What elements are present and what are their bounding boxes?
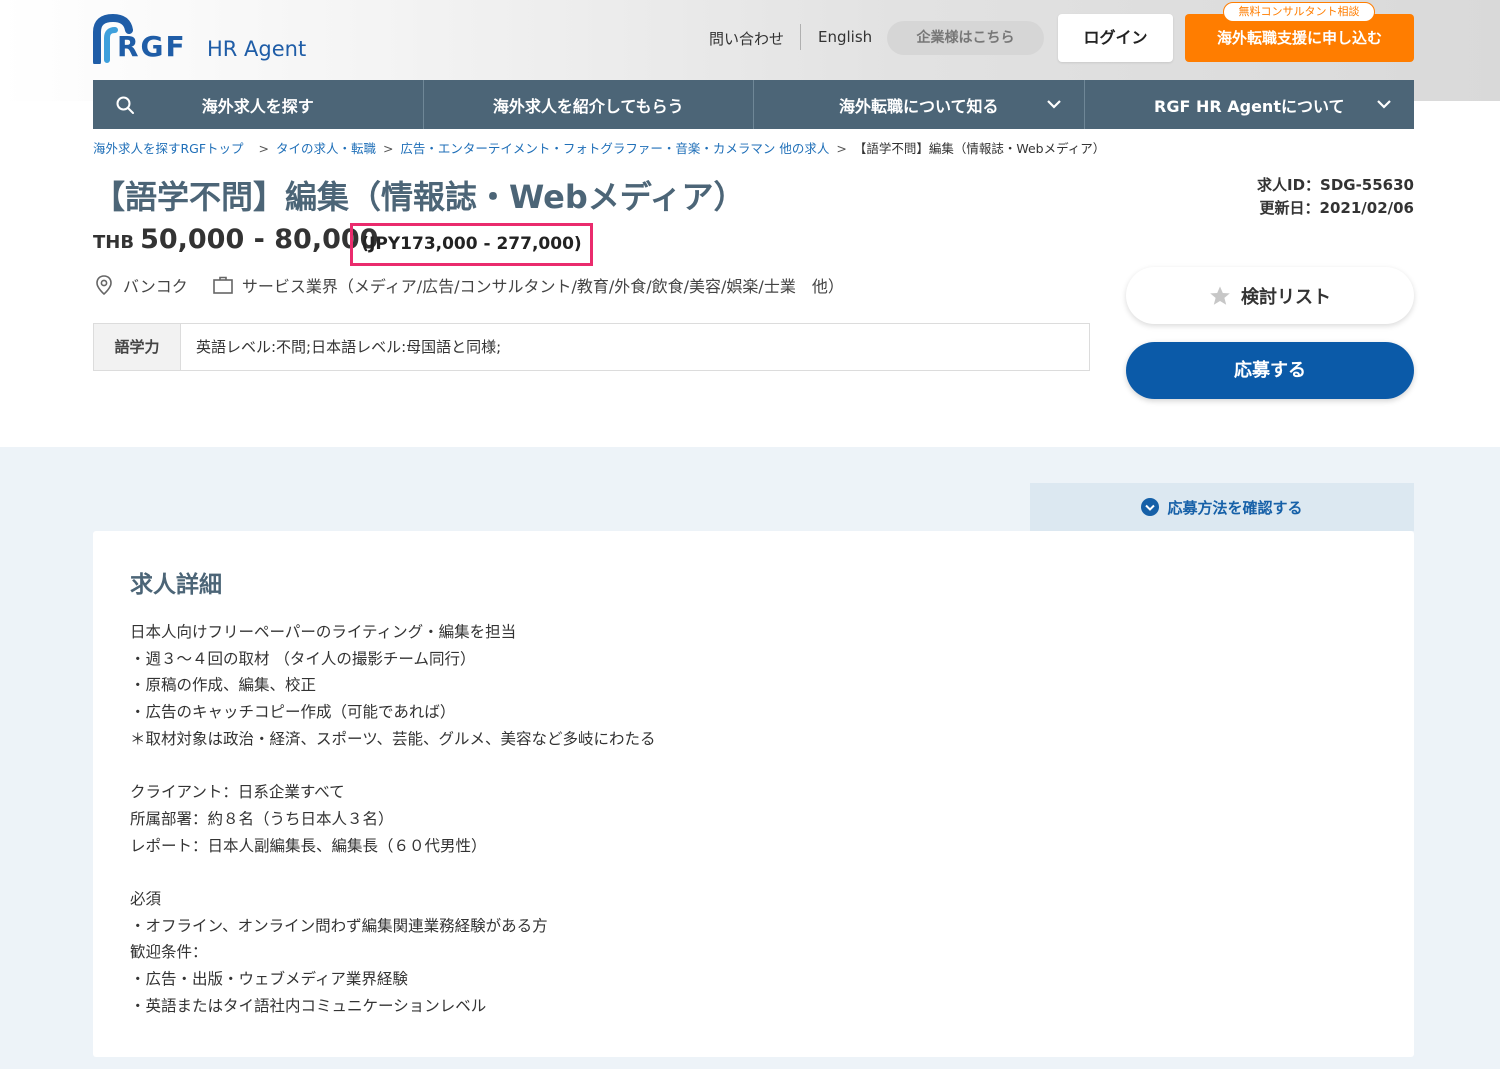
star-icon bbox=[1210, 286, 1230, 305]
favorite-list-button[interactable]: 検討リスト bbox=[1126, 267, 1414, 324]
chevron-circle-down-icon bbox=[1141, 498, 1160, 516]
breadcrumb-link-thailand[interactable]: タイの求人・転職 bbox=[276, 141, 376, 156]
updated-date: 更新日：2021/02/06 bbox=[1259, 199, 1414, 217]
nav-label: 海外求人を紹介してもらう bbox=[492, 96, 684, 116]
how-to-label: 応募方法を確認する bbox=[1167, 498, 1303, 517]
header-divider bbox=[800, 24, 801, 50]
location-pin-icon bbox=[96, 275, 112, 296]
salary-amount: 50,000 - 80,000 bbox=[140, 224, 379, 255]
language-table: 語学力 英語レベル:不問;日本語レベル:母国語と同様; bbox=[93, 323, 1090, 371]
corporate-button[interactable]: 企業様はこちら bbox=[887, 21, 1044, 55]
login-button[interactable]: ログイン bbox=[1058, 14, 1173, 62]
nav-get-introduced[interactable]: 海外求人を紹介してもらう bbox=[424, 80, 754, 129]
rgf-logo[interactable]: RGF HR Agent bbox=[93, 14, 313, 66]
nav-label: 海外転職について知る bbox=[838, 96, 999, 116]
chevron-down-icon bbox=[1377, 100, 1391, 109]
nav-about[interactable]: RGF HR Agentについて bbox=[1085, 80, 1415, 129]
job-meta: 求人ID：SDG-55630 更新日：2021/02/06 bbox=[1257, 174, 1414, 220]
contact-link[interactable]: 問い合わせ bbox=[709, 28, 784, 49]
industry-text: サービス業界（メディア/広告/コンサルタント/教育/外食/飲食/美容/娯楽/士業… bbox=[241, 277, 844, 296]
breadcrumb-link-top[interactable]: 海外求人を探すRGFトップ bbox=[93, 141, 244, 156]
logo-subtext: HR Agent bbox=[207, 37, 307, 61]
detail-body: 日本人向けフリーペーパーのライティング・編集を担当 ・週３～４回の取材 （タイ人… bbox=[130, 623, 656, 1015]
nav-label: 海外求人を探す bbox=[201, 96, 314, 116]
search-icon bbox=[116, 96, 134, 114]
briefcase-icon bbox=[213, 276, 233, 294]
language-label: 語学力 bbox=[94, 324, 181, 370]
job-info-row: バンコク サービス業界（メディア/広告/コンサルタント/教育/外食/飲食/美容/… bbox=[93, 273, 844, 297]
main-nav: 海外求人を探す 海外求人を紹介してもらう 海外転職について知る RGF HR A… bbox=[93, 80, 1414, 129]
detail-heading: 求人詳細 bbox=[130, 572, 222, 598]
favorite-label: 検討リスト bbox=[1241, 286, 1331, 308]
nav-label: RGF HR Agentについて bbox=[1154, 96, 1345, 116]
nav-learn-overseas[interactable]: 海外転職について知る bbox=[754, 80, 1085, 129]
chevron-down-icon bbox=[1046, 100, 1061, 109]
nav-search-jobs[interactable]: 海外求人を探す bbox=[93, 80, 424, 129]
how-to-apply-button[interactable]: 応募方法を確認する bbox=[1030, 483, 1414, 531]
salary: THB 50,000 - 80,000 bbox=[93, 224, 378, 264]
free-consult-badge: 無料コンサルタント相談 bbox=[1223, 2, 1375, 22]
apply-button[interactable]: 応募する bbox=[1126, 342, 1414, 399]
job-detail-card: 求人詳細 日本人向けフリーペーパーのライティング・編集を担当 ・週３～４回の取材… bbox=[93, 531, 1414, 1057]
breadcrumb-separator: > bbox=[250, 141, 269, 156]
breadcrumb: 海外求人を探すRGFトップ > タイの求人・転職 > 広告・エンターテイメント・… bbox=[93, 138, 1105, 157]
job-id: 求人ID：SDG-55630 bbox=[1256, 176, 1414, 194]
breadcrumb-current: 【語学不問】編集（情報誌・Webメディア） bbox=[853, 141, 1106, 156]
location-text: バンコク bbox=[123, 277, 188, 296]
breadcrumb-link-category[interactable]: 広告・エンターテイメント・フォトグラファー・音楽・カメラマン 他の求人 bbox=[400, 141, 829, 156]
english-link[interactable]: English bbox=[818, 28, 872, 46]
salary-currency: THB bbox=[93, 232, 135, 253]
breadcrumb-separator: > bbox=[836, 141, 847, 156]
salary-jpy-highlight: (JPY173,000 - 277,000) bbox=[350, 223, 593, 266]
logo-text: RGF bbox=[117, 30, 187, 63]
language-value: 英語レベル:不問;日本語レベル:母国語と同様; bbox=[196, 338, 502, 356]
breadcrumb-separator: > bbox=[382, 141, 394, 156]
page-title: 【語学不問】編集（情報誌・Webメディア） bbox=[93, 178, 746, 216]
